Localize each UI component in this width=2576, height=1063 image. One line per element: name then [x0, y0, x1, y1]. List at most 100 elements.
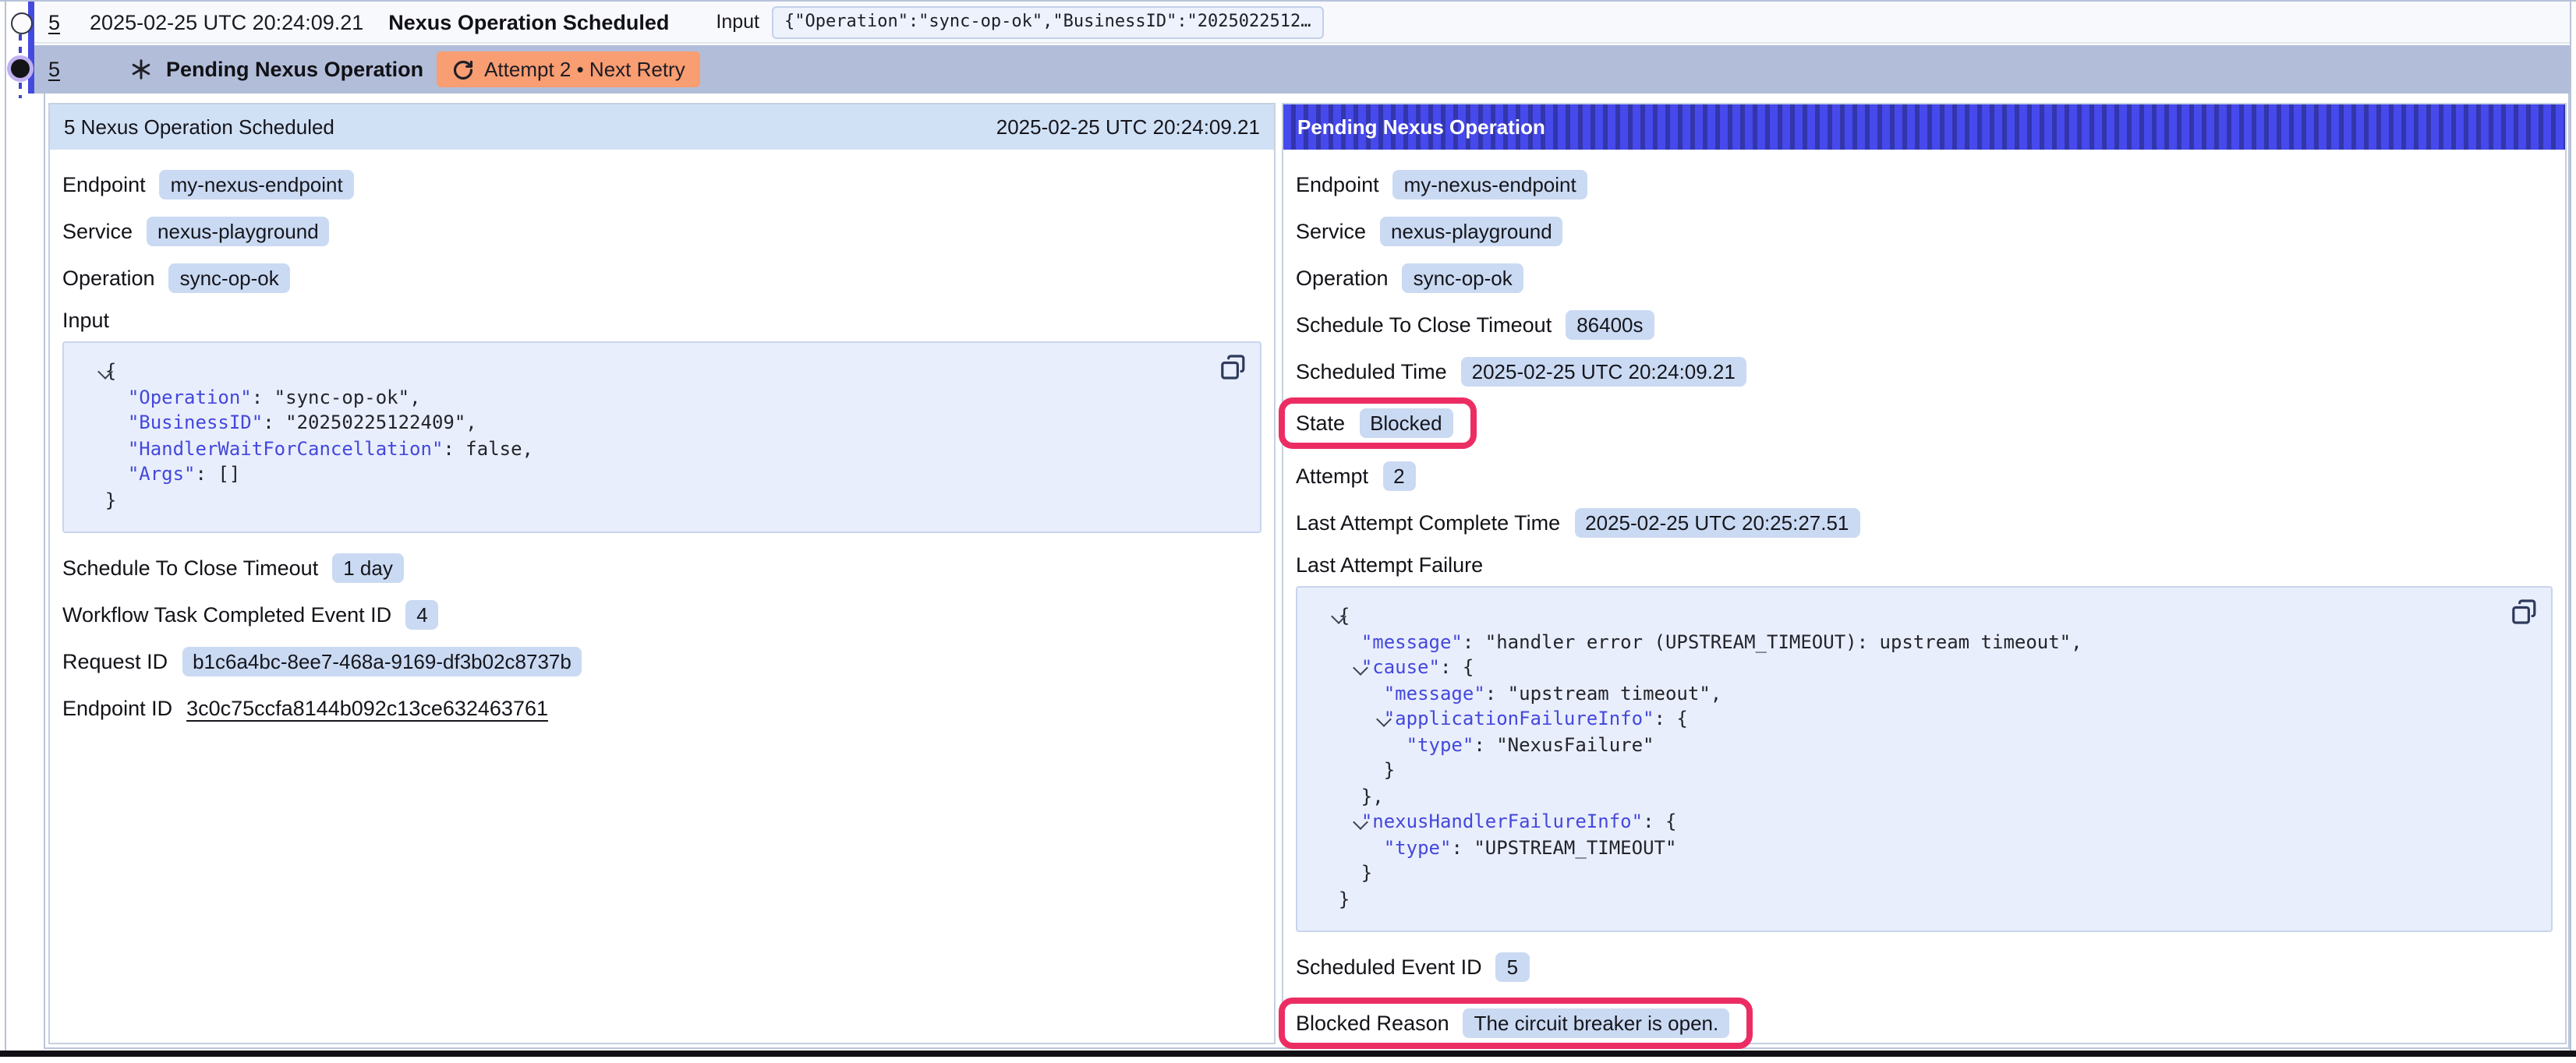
- field-value-chip: 2025-02-25 UTC 20:24:09.21: [1461, 356, 1746, 386]
- json-line: "type": "NexusFailure": [1316, 732, 2532, 758]
- field-value-chip: sync-op-ok: [1403, 263, 1523, 292]
- json-line: }: [1316, 886, 2532, 912]
- json-line: "message": "handler error (UPSTREAM_TIME…: [1316, 629, 2532, 655]
- left-field-request-id: Request ID b1c6a4bc-8ee7-468a-9169-df3b02…: [62, 645, 1261, 676]
- highlight-annotation-box: State Blocked: [1279, 397, 1477, 449]
- field-label: Attempt: [1296, 464, 1368, 487]
- pending-panel-header: Pending Nexus Operation: [1283, 104, 2565, 150]
- temporal-event-history-screen: 5 2025-02-25 UTC 20:24:09.21 Nexus Opera…: [0, 0, 2576, 1063]
- pending-event-title: Pending Nexus Operation: [166, 58, 423, 81]
- retry-icon: [451, 58, 473, 80]
- nexus-asterisk-icon: [129, 58, 152, 81]
- failure-section-label: Last Attempt Failure: [1296, 553, 2553, 577]
- field-value-chip: 86400s: [1566, 309, 1654, 339]
- panel-header-title: 5 Nexus Operation Scheduled: [64, 115, 334, 139]
- right-field-blocked-reason: Blocked Reason The circuit breaker is ope…: [1279, 998, 2553, 1049]
- json-line: }: [1316, 758, 2532, 783]
- event-timestamp: 2025-02-25 UTC 20:24:09.21: [90, 10, 363, 34]
- right-field-service: Service nexus-playground: [1296, 215, 2553, 246]
- field-value-chip: my-nexus-endpoint: [1393, 169, 1587, 199]
- event-id-link[interactable]: 5: [48, 58, 60, 81]
- json-line: "applicationFailureInfo": {: [1316, 706, 2532, 732]
- field-value-chip: 2: [1382, 461, 1415, 490]
- input-section-label: Input: [62, 309, 1261, 332]
- field-value-chip: sync-op-ok: [169, 263, 290, 292]
- event-input-preview-chip[interactable]: {"Operation":"sync-op-ok","BusinessID":"…: [772, 5, 1324, 38]
- input-json-viewer: { "Operation": "sync-op-ok", "BusinessID…: [62, 341, 1261, 533]
- field-label: Blocked Reason: [1296, 1012, 1449, 1035]
- json-line: "message": "upstream timeout",: [1316, 680, 2532, 706]
- field-value-chip: nexus-playground: [1380, 216, 1563, 245]
- field-label: Scheduled Event ID: [1296, 955, 1482, 978]
- right-field-schedule-to-close-timeout: Schedule To Close Timeout 86400s: [1296, 309, 2553, 340]
- field-value-chip: my-nexus-endpoint: [160, 169, 354, 199]
- json-line: }: [83, 487, 1241, 513]
- field-label: Schedule To Close Timeout: [62, 556, 318, 579]
- field-value-chip: 2025-02-25 UTC 20:25:27.51: [1574, 507, 1859, 537]
- field-value-chip: b1c6a4bc-8ee7-468a-9169-df3b02c8737b: [182, 646, 582, 676]
- retry-badge-label: Attempt 2 • Next Retry: [484, 58, 685, 81]
- left-field-endpoint-id: Endpoint ID 3c0c75ccfa8144b092c13ce632463…: [62, 692, 1261, 723]
- field-label: Endpoint: [1296, 172, 1379, 196]
- json-line: {: [83, 358, 1241, 384]
- json-line: }: [1316, 860, 2532, 886]
- json-line: "BusinessID": "20250225122409",: [83, 410, 1241, 436]
- right-field-operation: Operation sync-op-ok: [1296, 262, 2553, 293]
- field-label: Service: [1296, 219, 1366, 242]
- event-title: Nexus Operation Scheduled: [388, 10, 669, 34]
- right-field-scheduled-time: Scheduled Time 2025-02-25 UTC 20:24:09.21: [1296, 355, 2553, 387]
- json-line: },: [1316, 783, 2532, 809]
- json-line: "HandlerWaitForCancellation": false,: [83, 436, 1241, 461]
- field-label: Operation: [62, 266, 155, 289]
- field-value-chip: 1 day: [332, 553, 404, 582]
- event-details-panel-scheduled: 5 Nexus Operation Scheduled 2025-02-25 U…: [48, 103, 1276, 1044]
- event-row-pending-nexus-operation[interactable]: 5 Pending Nexus Operation Atte: [34, 45, 2570, 94]
- field-value-chip: The circuit breaker is open.: [1463, 1008, 1730, 1038]
- field-label: Service: [62, 219, 133, 242]
- right-field-endpoint: Endpoint my-nexus-endpoint: [1296, 168, 2553, 200]
- field-value-chip: Blocked: [1359, 408, 1453, 438]
- field-label: Endpoint ID: [62, 696, 172, 719]
- bottom-divider-bar: [0, 1051, 2576, 1057]
- field-label: Operation: [1296, 266, 1389, 289]
- pending-panel-header-title: Pending Nexus Operation: [1297, 115, 1545, 139]
- failure-json-viewer: { "message": "handler error (UPSTREAM_TI…: [1296, 586, 2553, 932]
- field-label: Scheduled Time: [1296, 359, 1447, 383]
- event-row-nexus-operation-scheduled[interactable]: 5 2025-02-25 UTC 20:24:09.21 Nexus Opera…: [34, 2, 2570, 44]
- right-field-attempt: Attempt 2: [1296, 460, 2553, 491]
- highlight-annotation-box: Blocked Reason The circuit breaker is ope…: [1279, 998, 1753, 1049]
- left-field-endpoint: Endpoint my-nexus-endpoint: [62, 168, 1261, 200]
- event-selected-dot-icon: [11, 59, 30, 78]
- timeline-connector: [19, 34, 23, 56]
- field-value-chip: nexus-playground: [147, 216, 330, 245]
- field-label: Request ID: [62, 649, 168, 673]
- left-field-workflow-task-completed-event-id: Workflow Task Completed Event ID4: [62, 599, 1261, 630]
- retry-attempt-badge: Attempt 2 • Next Retry: [436, 51, 701, 87]
- json-line: {: [1316, 603, 2532, 629]
- left-field-operation: Operation sync-op-ok: [62, 262, 1261, 293]
- right-field-state: State Blocked: [1279, 397, 2553, 449]
- field-label: Last Attempt Complete Time: [1296, 510, 1560, 534]
- field-value-chip: 5: [1496, 952, 1529, 981]
- panel-header: 5 Nexus Operation Scheduled 2025-02-25 U…: [50, 104, 1274, 150]
- timeline-connector: [19, 83, 23, 98]
- event-id-link[interactable]: 5: [48, 10, 60, 34]
- right-field-last-attempt-complete-time: Last Attempt Complete Time 2025-02-25 UTC…: [1296, 507, 2553, 538]
- field-value-link[interactable]: 3c0c75ccfa8144b092c13ce632463761: [186, 696, 548, 719]
- right-field-scheduled-event-id: Scheduled Event ID 5: [1296, 951, 2553, 982]
- field-label: Schedule To Close Timeout: [1296, 313, 1552, 336]
- frame-border-left: [5, 0, 6, 1051]
- json-line: "cause": {: [1316, 655, 2532, 680]
- left-field-service: Service nexus-playground: [62, 215, 1261, 246]
- json-line: "nexusHandlerFailureInfo": {: [1316, 809, 2532, 835]
- json-line: "Args": []: [83, 461, 1241, 487]
- left-field-schedule-to-close-timeout: Schedule To Close Timeout 1 day: [62, 552, 1261, 583]
- frame-border-right: [2570, 0, 2571, 1051]
- field-label: State: [1296, 411, 1345, 435]
- event-input-label: Input: [716, 11, 759, 33]
- pending-nexus-operation-panel: Pending Nexus Operation Endpoint my-nexus…: [1282, 103, 2567, 1044]
- json-line: "type": "UPSTREAM_TIMEOUT": [1316, 835, 2532, 860]
- json-line: "Operation": "sync-op-ok",: [83, 384, 1241, 410]
- field-label: Endpoint: [62, 172, 146, 196]
- event-open-dot-icon: [10, 12, 32, 34]
